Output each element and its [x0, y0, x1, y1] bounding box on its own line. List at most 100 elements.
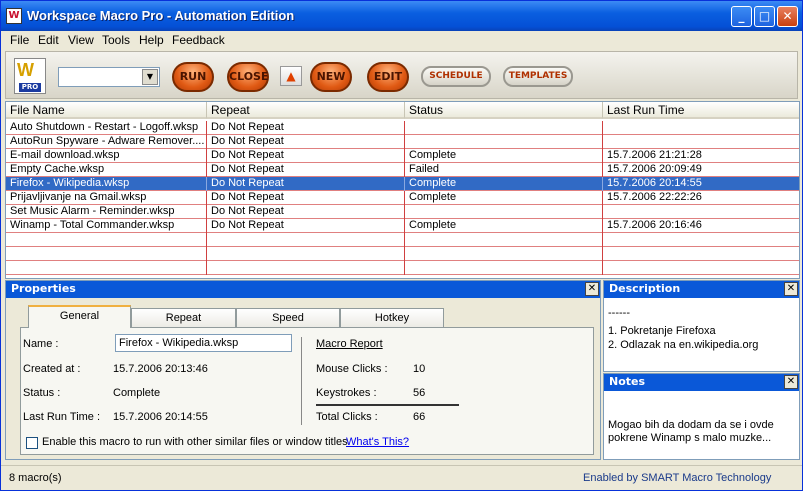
- table-cell: Empty Cache.wksp: [6, 163, 207, 177]
- table-cell: [603, 121, 799, 135]
- templates-button[interactable]: TEMPLATES: [503, 66, 573, 87]
- table-row[interactable]: Prijavljivanje na Gmail.wksp Do Not Repea…: [6, 191, 799, 205]
- minimize-button[interactable]: _: [731, 6, 752, 27]
- enable-similar-checkbox[interactable]: [26, 437, 38, 449]
- table-cell: Do Not Repeat: [207, 177, 405, 191]
- table-cell: Complete: [405, 149, 603, 163]
- table-cell: Auto Shutdown - Restart - Logoff.wksp: [6, 121, 207, 135]
- table-cell: Do Not Repeat: [207, 121, 405, 135]
- table-cell: [6, 247, 207, 261]
- menu-edit[interactable]: Edit: [38, 33, 59, 47]
- status-label: Status :: [23, 387, 61, 399]
- toolbar: W PRO ▼ RUN CLOSE ▲ NEW EDIT SCHEDULE TE…: [5, 51, 798, 99]
- column-header-last-run-time[interactable]: Last Run Time: [603, 102, 799, 119]
- close-window-button[interactable]: ✕: [777, 6, 798, 27]
- table-row[interactable]: Set Music Alarm - Reminder.wksp Do Not Re…: [6, 205, 799, 219]
- total-clicks-value: 66: [413, 411, 426, 423]
- table-cell: [6, 261, 207, 275]
- last-run-label: Last Run Time :: [23, 411, 101, 423]
- table-row[interactable]: [6, 261, 799, 275]
- new-button[interactable]: NEW: [310, 62, 352, 92]
- mouse-clicks-value: 10: [413, 363, 426, 375]
- table-cell: [207, 261, 405, 275]
- table-cell: [405, 247, 603, 261]
- tab-speed[interactable]: Speed: [236, 308, 340, 327]
- title-bar[interactable]: W Workspace Macro Pro - Automation Editi…: [1, 1, 802, 31]
- table-cell: [603, 247, 799, 261]
- workspace-logo: W PRO: [14, 58, 46, 94]
- keystrokes-value: 56: [413, 387, 426, 399]
- table-row[interactable]: [6, 233, 799, 247]
- table-cell: Do Not Repeat: [207, 191, 405, 205]
- menu-view[interactable]: View: [68, 33, 94, 47]
- description-line: ------: [608, 307, 630, 319]
- keystrokes-label: Keystrokes :: [316, 387, 377, 399]
- table-cell: [405, 205, 603, 219]
- macro-list[interactable]: File Name Repeat Status Last Run Time Au…: [5, 101, 800, 279]
- close-description-icon[interactable]: ✕: [784, 282, 798, 296]
- description-line: 1. Pokretanje Firefoxa: [608, 325, 716, 337]
- table-row[interactable]: Auto Shutdown - Restart - Logoff.wksp Do …: [6, 121, 799, 135]
- table-cell: AutoRun Spyware - Adware Remover....: [6, 135, 207, 149]
- table-cell: Do Not Repeat: [207, 135, 405, 149]
- tab-general[interactable]: General: [28, 305, 131, 328]
- table-cell: 15.7.2006 20:09:49: [603, 163, 799, 177]
- table-cell: [603, 205, 799, 219]
- table-cell: Set Music Alarm - Reminder.wksp: [6, 205, 207, 219]
- menu-feedback[interactable]: Feedback: [172, 33, 225, 47]
- notes-line: pokrene Winamp s malo muzke...: [608, 432, 772, 444]
- enable-similar-label: Enable this macro to run with other simi…: [42, 436, 348, 448]
- close-notes-icon[interactable]: ✕: [784, 375, 798, 389]
- table-row[interactable]: AutoRun Spyware - Adware Remover.... Do N…: [6, 135, 799, 149]
- app-icon: W: [6, 8, 22, 24]
- schedule-button[interactable]: SCHEDULE: [421, 66, 491, 87]
- table-cell: 15.7.2006 20:16:46: [603, 219, 799, 233]
- close-properties-icon[interactable]: ✕: [585, 282, 599, 296]
- properties-panel: Properties ✕ General Repeat Speed Hotkey…: [5, 280, 601, 460]
- menu-bar: File Edit View Tools Help Feedback: [1, 31, 802, 50]
- notes-panel: Notes ✕ Mogao bih da dodam da se i ovde …: [603, 373, 800, 460]
- chevron-down-icon[interactable]: ▼: [142, 69, 158, 85]
- table-cell: [207, 247, 405, 261]
- table-cell: Do Not Repeat: [207, 149, 405, 163]
- description-header: Description ✕: [604, 281, 799, 298]
- properties-header: Properties ✕: [6, 281, 600, 298]
- tab-repeat[interactable]: Repeat: [131, 308, 236, 327]
- table-row[interactable]: Empty Cache.wksp Do Not Repeat Failed 15.7.…: [6, 163, 799, 177]
- menu-file[interactable]: File: [10, 33, 29, 47]
- column-header-status[interactable]: Status: [405, 102, 603, 119]
- maximize-button[interactable]: □: [754, 6, 775, 27]
- table-cell: [603, 261, 799, 275]
- table-row[interactable]: Winamp - Total Commander.wksp Do Not Repe…: [6, 219, 799, 233]
- status-bar: 8 macro(s) Enabled by SMART Macro Techno…: [1, 465, 802, 490]
- table-cell: Complete: [405, 219, 603, 233]
- close-macro-button[interactable]: CLOSE: [227, 62, 269, 92]
- move-up-icon[interactable]: ▲: [280, 66, 302, 86]
- report-divider: [301, 337, 302, 425]
- name-label: Name :: [23, 338, 59, 350]
- tab-hotkey[interactable]: Hotkey: [340, 308, 444, 327]
- table-row[interactable]: Firefox - Wikipedia.wksp Do Not Repeat Com…: [6, 177, 799, 191]
- table-cell: Do Not Repeat: [207, 219, 405, 233]
- macro-count: 8 macro(s): [9, 472, 62, 484]
- table-cell: Prijavljivanje na Gmail.wksp: [6, 191, 207, 205]
- run-button[interactable]: RUN: [172, 62, 214, 92]
- table-row[interactable]: [6, 247, 799, 261]
- table-cell: Complete: [405, 177, 603, 191]
- table-cell: [6, 233, 207, 247]
- macro-combo[interactable]: ▼: [58, 67, 160, 87]
- menu-tools[interactable]: Tools: [102, 33, 130, 47]
- edit-button[interactable]: EDIT: [367, 62, 409, 92]
- menu-help[interactable]: Help: [139, 33, 164, 47]
- macro-name-field[interactable]: Firefox - Wikipedia.wksp: [115, 334, 292, 352]
- app-window: W Workspace Macro Pro - Automation Editi…: [0, 0, 803, 491]
- table-row[interactable]: E-mail download.wksp Do Not Repeat Complet…: [6, 149, 799, 163]
- column-header-file-name[interactable]: File Name: [6, 102, 207, 119]
- whats-this-link[interactable]: What's This?: [346, 436, 409, 448]
- last-run-value: 15.7.2006 20:14:55: [113, 411, 208, 423]
- table-cell: [405, 121, 603, 135]
- table-cell: [405, 233, 603, 247]
- status-value: Complete: [113, 387, 161, 399]
- column-header-repeat[interactable]: Repeat: [207, 102, 405, 119]
- description-line: 2. Odlazak na en.wikipedia.org: [608, 339, 759, 351]
